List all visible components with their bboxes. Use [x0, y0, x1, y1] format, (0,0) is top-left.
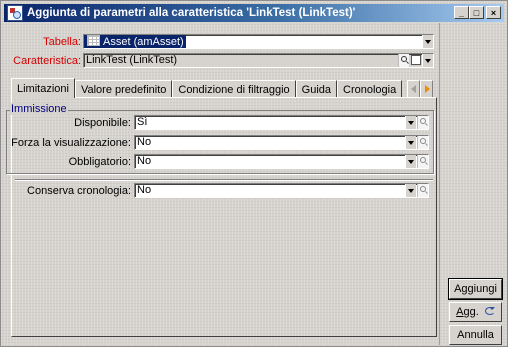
magnifier-icon[interactable]	[417, 155, 428, 168]
tab-scroller	[407, 80, 433, 98]
feature-value: LinkTest (LinkTest)	[86, 54, 178, 66]
disponibile-value: Sì	[137, 116, 148, 128]
minimize-button[interactable]: _	[454, 6, 469, 19]
tab-scroll-right-icon[interactable]	[420, 80, 433, 98]
cronologia-select[interactable]: No	[134, 183, 429, 198]
dropdown-arrow-icon[interactable]	[405, 136, 416, 149]
tab-condizione-filtraggio[interactable]: Condizione di filtraggio	[172, 80, 296, 98]
magnifier-icon[interactable]	[417, 136, 428, 149]
table-label: Tabella:	[43, 36, 81, 48]
table-field[interactable]: Asset (amAsset)	[83, 34, 434, 49]
forza-value: No	[137, 136, 152, 148]
table-value-wrap: Asset (amAsset)	[84, 35, 186, 48]
tab-guida[interactable]: Guida	[295, 80, 338, 98]
tab-strip: Limitazioni Valore predefinito Condizion…	[11, 78, 403, 98]
disponibile-label: Disponibile:	[74, 117, 131, 129]
add-refresh-button[interactable]: Agg.	[449, 302, 502, 322]
side-divider	[439, 23, 440, 345]
obbligatorio-select[interactable]: No	[134, 154, 429, 169]
window-title: Aggiunta di parametri alla caratteristic…	[27, 7, 356, 19]
tab-limitazioni[interactable]: Limitazioni	[11, 78, 75, 98]
table-value: Asset (amAsset)	[103, 36, 184, 48]
app-icon	[7, 5, 23, 21]
table-icon	[87, 35, 100, 46]
add-button[interactable]: Aggiungi	[448, 278, 503, 300]
obbligatorio-label: Obbligatorio:	[68, 156, 131, 168]
disponibile-select[interactable]: Sì	[134, 115, 429, 130]
feature-label: Caratteristica:	[13, 55, 81, 67]
add-refresh-label: gg.	[463, 306, 479, 318]
cronologia-label: Conserva cronologia:	[27, 185, 131, 197]
separator	[15, 179, 433, 181]
dropdown-arrow-icon[interactable]	[405, 155, 416, 168]
magnifier-icon[interactable]	[417, 184, 428, 197]
add-refresh-mnemonic: A	[456, 306, 464, 318]
dropdown-arrow-icon[interactable]	[422, 35, 433, 48]
dropdown-arrow-icon[interactable]	[422, 54, 433, 67]
magnifier-icon[interactable]	[417, 116, 428, 129]
grid-icon[interactable]	[411, 55, 421, 65]
feature-field[interactable]: LinkTest (LinkTest)	[83, 53, 434, 68]
tab-scroll-left-icon[interactable]	[407, 80, 420, 98]
title-bar[interactable]: Aggiunta di parametri alla caratteristic…	[4, 4, 504, 22]
forza-label: Forza la visualizzazione:	[11, 137, 131, 149]
tab-valore-predefinito[interactable]: Valore predefinito	[74, 80, 173, 98]
cronologia-value: No	[137, 184, 152, 196]
magnifier-icon[interactable]	[398, 54, 409, 67]
cancel-button[interactable]: Annulla	[449, 325, 502, 345]
obbligatorio-value: No	[137, 155, 152, 167]
dropdown-arrow-icon[interactable]	[405, 184, 416, 197]
immissione-group-title: Immissione	[10, 103, 68, 115]
window-controls: _ □ ×	[454, 6, 501, 19]
forza-select[interactable]: No	[134, 135, 429, 150]
dialog-window: Aggiunta di parametri alla caratteristic…	[0, 0, 508, 347]
tab-cronologia[interactable]: Cronologia	[337, 80, 403, 98]
dropdown-arrow-icon[interactable]	[405, 116, 416, 129]
maximize-button[interactable]: □	[469, 6, 484, 19]
close-button[interactable]: ×	[486, 6, 501, 19]
refresh-icon	[484, 307, 495, 315]
